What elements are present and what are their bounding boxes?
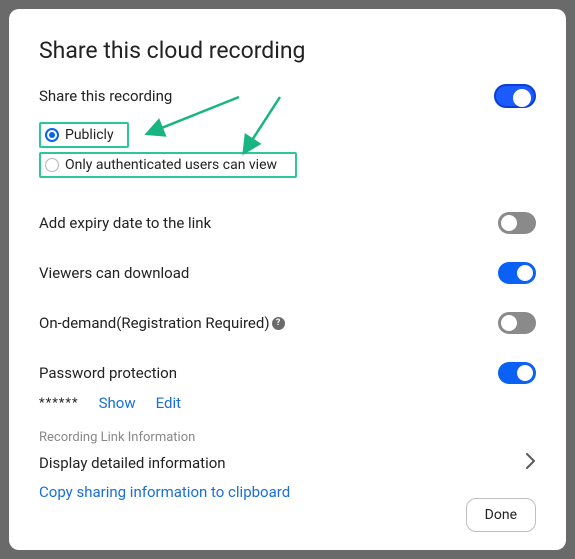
display-detailed-row[interactable]: Display detailed information [39, 453, 536, 473]
password-row: Password protection [39, 362, 536, 384]
share-recording-row: Share this recording [39, 84, 536, 108]
modal-footer: Done [466, 498, 536, 532]
copy-sharing-link[interactable]: Copy sharing information to clipboard [39, 483, 536, 501]
show-password-link[interactable]: Show [99, 394, 136, 412]
radio-auth-label: Only authenticated users can view [65, 157, 277, 173]
radio-option-auth[interactable]: Only authenticated users can view [39, 152, 297, 178]
password-label: Password protection [39, 364, 177, 382]
share-recording-modal: Share this cloud recording Share this re… [9, 9, 566, 550]
download-row: Viewers can download [39, 262, 536, 284]
password-toggle[interactable] [498, 362, 536, 384]
ondemand-toggle[interactable] [498, 312, 536, 334]
radio-publicly-label: Publicly [65, 127, 114, 143]
download-label: Viewers can download [39, 264, 189, 282]
display-detailed-label: Display detailed information [39, 454, 226, 472]
recording-link-section-label: Recording Link Information [39, 430, 536, 445]
modal-title: Share this cloud recording [39, 37, 536, 64]
toggle-knob [501, 315, 517, 331]
download-toggle[interactable] [498, 262, 536, 284]
help-icon[interactable]: ? [272, 317, 285, 330]
radio-auth-input[interactable] [45, 158, 59, 172]
ondemand-text: On-demand(Registration Required) [39, 314, 270, 332]
radio-option-publicly[interactable]: Publicly [39, 122, 129, 148]
ondemand-label: On-demand(Registration Required) ? [39, 314, 285, 332]
toggle-knob [517, 365, 533, 381]
share-recording-label: Share this recording [39, 87, 172, 105]
ondemand-row: On-demand(Registration Required) ? [39, 312, 536, 334]
toggle-knob [517, 265, 533, 281]
toggle-knob [501, 215, 517, 231]
expiry-row: Add expiry date to the link [39, 212, 536, 234]
visibility-radio-group: Publicly Only authenticated users can vi… [39, 122, 536, 182]
share-recording-toggle[interactable] [494, 84, 536, 108]
password-mask: ****** [39, 396, 79, 411]
password-actions-row: ****** Show Edit [39, 394, 536, 412]
expiry-label: Add expiry date to the link [39, 214, 211, 232]
edit-password-link[interactable]: Edit [156, 394, 181, 412]
chevron-right-icon [526, 453, 536, 473]
toggle-knob [513, 89, 531, 107]
expiry-toggle[interactable] [498, 212, 536, 234]
radio-publicly-input[interactable] [45, 128, 59, 142]
done-button[interactable]: Done [466, 498, 536, 532]
